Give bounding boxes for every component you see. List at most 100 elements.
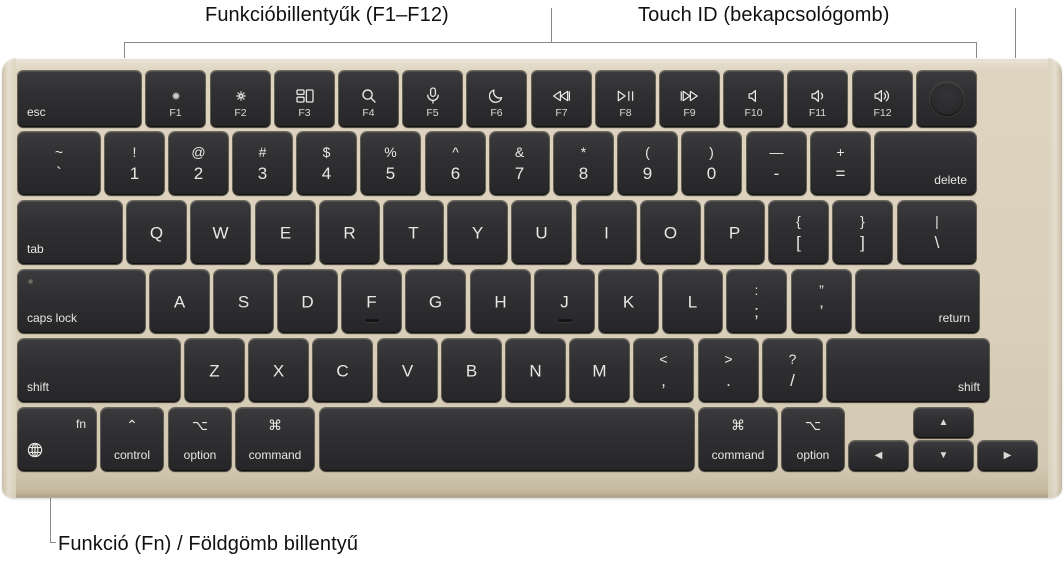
key-space[interactable] [320, 408, 694, 471]
key-b[interactable]: B [442, 339, 501, 402]
right-arrow-key[interactable]: ▶ [978, 441, 1037, 471]
key-esc[interactable]: esc [18, 71, 141, 127]
key-f3[interactable]: F3 [275, 71, 334, 127]
key-slash[interactable]: ? / [763, 339, 822, 402]
key-quote[interactable]: ”’ [792, 270, 851, 333]
key-k[interactable]: K [599, 270, 658, 333]
key-f12[interactable]: F12 [853, 71, 912, 127]
up-arrow-key[interactable]: ▲ [914, 408, 973, 438]
key-x[interactable]: X [249, 339, 308, 402]
key-f8[interactable]: F8 [596, 71, 655, 127]
key-glyph: N [529, 361, 542, 380]
key-lower-glyph: \ [934, 233, 940, 252]
key-return[interactable]: return [856, 270, 979, 333]
key-glyph: V [401, 361, 414, 380]
key-lower-glyph: 4 [321, 164, 332, 183]
key-shift-left[interactable]: shift [18, 339, 180, 402]
key-period[interactable]: >. [699, 339, 758, 402]
key-f5[interactable]: F5 [403, 71, 462, 127]
key-7[interactable]: & 7 [490, 132, 549, 195]
key-option-right[interactable]: ⌥ option [782, 408, 844, 471]
key-upper-glyph: ( [645, 144, 650, 160]
brightness-down-icon [146, 87, 205, 105]
key-d[interactable]: D [278, 270, 337, 333]
key-6[interactable]: ^ 6 [426, 132, 485, 195]
key-bracketright[interactable]: }] [833, 201, 892, 264]
fkey-label: F9 [683, 106, 696, 119]
key-f7[interactable]: F7 [532, 71, 591, 127]
key-f4[interactable]: F4 [339, 71, 398, 127]
key-glyph: D [301, 292, 314, 311]
key-t[interactable]: T [384, 201, 443, 264]
key-f10[interactable]: F10 [724, 71, 783, 127]
key-0[interactable]: ) 0 [682, 132, 741, 195]
key-option-left[interactable]: ⌥ option [169, 408, 231, 471]
key-semicolon[interactable]: :; [727, 270, 786, 333]
key-9[interactable]: (9 [618, 132, 677, 195]
rewind-icon [532, 87, 591, 105]
key-tab[interactable]: tab [18, 201, 122, 264]
key-fn[interactable]: fn [18, 408, 96, 471]
key-touchid[interactable] [917, 71, 976, 127]
key-2[interactable]: @2 [169, 132, 228, 195]
key-q[interactable]: Q [127, 201, 186, 264]
key-h[interactable]: H [471, 270, 530, 333]
key-c[interactable]: C [313, 339, 372, 402]
key-label: shift [957, 380, 980, 394]
play-pause-icon [596, 87, 655, 105]
key-p[interactable]: P [705, 201, 764, 264]
key-1[interactable]: ! 1 [105, 132, 164, 195]
key-command-left[interactable]: ⌘ command [236, 408, 314, 471]
key-equal[interactable]: + = [811, 132, 870, 195]
key-lower-glyph: ’ [819, 302, 824, 321]
key-f[interactable]: F [342, 270, 401, 333]
left-arrow-key[interactable]: ◀ [849, 441, 908, 471]
key-lower-glyph: 0 [706, 164, 717, 183]
key-capslock[interactable]: caps lock [18, 270, 145, 333]
key-backslash[interactable]: | \ [898, 201, 976, 264]
key-z[interactable]: Z [185, 339, 244, 402]
key-a[interactable]: A [150, 270, 209, 333]
callout-bracket-span [124, 42, 977, 43]
key-grave[interactable]: ~ ` [18, 132, 100, 195]
fkey-label: F12 [873, 106, 892, 119]
key-n[interactable]: N [506, 339, 565, 402]
key-f1[interactable]: F1 [146, 71, 205, 127]
key-bracketleft[interactable]: {[ [769, 201, 828, 264]
key-w[interactable]: W [191, 201, 250, 264]
key-f11[interactable]: F11 [788, 71, 847, 127]
key-shift-right[interactable]: shift [827, 339, 989, 402]
key-i[interactable]: I [577, 201, 636, 264]
key-g[interactable]: G [406, 270, 465, 333]
key-e[interactable]: E [256, 201, 315, 264]
down-arrow-key[interactable]: ▼ [914, 441, 973, 471]
key-r[interactable]: R [320, 201, 379, 264]
key-f9[interactable]: F9 [660, 71, 719, 127]
key-label: shift [27, 380, 50, 394]
key-4[interactable]: $4 [297, 132, 356, 195]
key-lower-glyph: / [790, 371, 795, 390]
key-upper-glyph: | [935, 213, 939, 229]
key-8[interactable]: * 8 [554, 132, 613, 195]
key-command-right[interactable]: ⌘ command [699, 408, 777, 471]
key-o[interactable]: O [641, 201, 700, 264]
key-v[interactable]: V [378, 339, 437, 402]
key-l[interactable]: L [663, 270, 722, 333]
key-j[interactable]: J [535, 270, 594, 333]
key-upper-glyph: : [754, 282, 759, 298]
callout-label-fn-globe: Funkció (Fn) / Földgömb billentyű [58, 533, 359, 555]
key-glyph: Q [149, 223, 164, 242]
key-glyph: U [535, 223, 548, 242]
key-delete[interactable]: delete [875, 132, 976, 195]
key-s[interactable]: S [214, 270, 273, 333]
key-f6[interactable]: F6 [467, 71, 526, 127]
key-control[interactable]: ⌃ control [101, 408, 163, 471]
key-y[interactable]: Y [448, 201, 507, 264]
key-minus[interactable]: — - [747, 132, 806, 195]
key-f2[interactable]: F2 [211, 71, 270, 127]
key-3[interactable]: #3 [233, 132, 292, 195]
key-comma[interactable]: <, [634, 339, 693, 402]
key-u[interactable]: U [512, 201, 571, 264]
key-m[interactable]: M [570, 339, 629, 402]
key-5[interactable]: % 5 [361, 132, 420, 195]
